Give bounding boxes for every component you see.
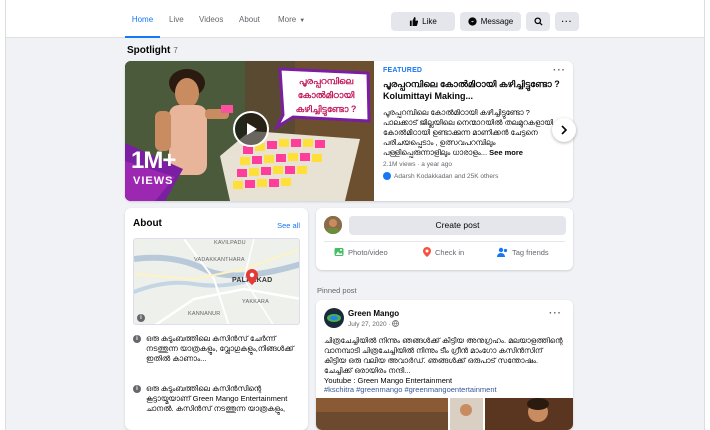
tag-friends-icon — [497, 247, 508, 257]
post-text: ചിത്രചേച്ചിയിൽ നിന്നും ഞങ്ങൾക്ക് കിട്ടിയ… — [324, 336, 566, 386]
photo-video-button[interactable]: Photo/video — [334, 247, 388, 257]
map-label-1: KAVILPADU — [214, 240, 246, 246]
reactions-row[interactable]: Adarsh Kodakkadan and 25K others — [383, 172, 563, 180]
ellipsis-icon: ··· — [561, 17, 573, 26]
location-icon — [423, 247, 431, 257]
play-button[interactable] — [233, 111, 269, 147]
see-more-link[interactable]: See more — [489, 148, 523, 157]
spotlight-heading: Spotlight 7 — [127, 45, 178, 56]
like-reaction-icon — [383, 172, 391, 180]
description-text: പൂരപ്പറമ്പിലെ കോൽമിഠായി കഴിച്ചിട്ടുണ്ടോ … — [383, 108, 554, 157]
reactions-text: Adarsh Kodakkadan and 25K others — [394, 172, 499, 180]
post-date[interactable]: July 27, 2020 · — [348, 320, 400, 328]
tab-videos[interactable]: Videos — [199, 0, 223, 38]
globe-icon — [392, 320, 400, 327]
post-date-text: July 27, 2020 · — [348, 321, 391, 328]
thumbnail-overlay-text: പൂരപ്പറമ്പിലെ കോൽമിഠായി കഴിച്ചിട്ടുണ്ടോ … — [295, 76, 357, 114]
about-text-1: ഒരു കുടുംബത്തിലെ കസിൻസ് ചേർന്ന് നടത്തുന്… — [146, 334, 294, 363]
caret-down-icon: ▼ — [299, 18, 306, 24]
about-card: About See all KAVILPADU VADAKKANTHARA PA… — [125, 208, 308, 430]
message-label: Message — [480, 17, 514, 26]
post-photos — [316, 398, 573, 430]
spotlight-headline[interactable]: പൂരപ്പറമ്പിലെ കോൽമിഠായി കഴിച്ചിട്ടുണ്ടോ … — [383, 78, 563, 102]
location-pin-icon — [246, 269, 258, 285]
spotlight-card[interactable]: പൂരപ്പറമ്പിലെ കോൽമിഠായി കഴിച്ചിട്ടുണ്ടോ … — [125, 61, 573, 201]
featured-label: FEATURED — [383, 67, 423, 74]
about-text-2: ഒരു കുടുംബത്തിലെ കസിൻസിന്റെ കൂട്ടായ്മയാണ… — [146, 384, 288, 413]
spotlight-description: പൂരപ്പറമ്പിലെ കോൽമിഠായി കഴിച്ചിട്ടുണ്ടോ … — [383, 108, 563, 158]
message-button[interactable]: Message — [460, 12, 521, 31]
post-images[interactable] — [316, 398, 573, 430]
next-arrow-button[interactable] — [552, 118, 576, 142]
search-icon — [533, 17, 543, 26]
more-options-button[interactable]: ··· — [555, 12, 579, 31]
see-all-link[interactable]: See all — [277, 221, 300, 230]
pinned-post-label: Pinned post — [317, 286, 357, 295]
avatar-image — [324, 216, 342, 234]
like-button[interactable]: Like — [391, 12, 455, 31]
spotlight-count: 7 — [173, 46, 178, 55]
about-title: About — [133, 218, 162, 229]
messenger-icon — [468, 17, 477, 26]
tab-about[interactable]: About — [239, 0, 260, 38]
post-options-icon[interactable]: ··· — [549, 308, 562, 319]
like-label: Like — [422, 17, 437, 26]
green-mango-logo — [327, 314, 341, 322]
photo-video-label: Photo/video — [348, 247, 388, 257]
avatar[interactable] — [324, 216, 342, 234]
play-icon — [247, 123, 257, 135]
tag-friends-button[interactable]: Tag friends — [497, 247, 549, 257]
spotlight-info: FEATURED പൂരപ്പറമ്പിലെ കോൽമിഠായി കഴിച്ചി… — [383, 67, 563, 180]
video-meta: 2.1M views · a year ago — [383, 161, 453, 168]
right-border — [704, 0, 710, 430]
tab-live[interactable]: Live — [169, 0, 184, 38]
views-big-text: 1M+ — [131, 147, 176, 174]
about-item-1: i ഒരു കുടുംബത്തിലെ കസിൻസ് ചേർന്ന് നടത്തു… — [133, 334, 303, 364]
map-label-2: VADAKKANTHARA — [194, 257, 245, 263]
divider — [324, 241, 565, 242]
location-map[interactable]: KAVILPADU VADAKKANTHARA PALAKKAD YAKKARA… — [133, 238, 300, 325]
video-thumbnail[interactable]: പൂരപ്പറമ്പിലെ കോൽമിഠായി കഴിച്ചിട്ടുണ്ടോ … — [125, 61, 374, 201]
info-icon: i — [133, 335, 141, 343]
create-post-card: Create post Photo/video Check in Tag fri… — [316, 208, 573, 270]
check-in-button[interactable]: Check in — [423, 247, 464, 257]
chevron-right-icon — [561, 125, 568, 135]
tab-home[interactable]: Home — [125, 0, 160, 38]
map-label-4: KANNANUR — [188, 311, 221, 317]
pinned-post-card: Green Mango July 27, 2020 · ··· ചിത്രചേച… — [316, 300, 573, 430]
check-in-label: Check in — [435, 247, 465, 257]
page-avatar[interactable] — [324, 308, 344, 328]
map-info-icon[interactable]: i — [137, 314, 145, 322]
map-label-3: YAKKARA — [242, 299, 269, 305]
tab-more-label: More — [278, 15, 297, 24]
post-body: ചിത്രചേച്ചിയിൽ നിന്നും ഞങ്ങൾക്ക് കിട്ടിയ… — [324, 336, 563, 375]
left-border — [0, 0, 6, 430]
page-name[interactable]: Green Mango — [348, 309, 399, 318]
page-tabs-bar: Home Live Videos About More ▼ Like Messag… — [6, 0, 704, 38]
spotlight-options-icon[interactable]: ··· — [553, 65, 566, 76]
photo-icon — [334, 248, 344, 256]
search-button[interactable] — [526, 12, 550, 31]
about-item-2: i ഒരു കുടുംബത്തിലെ കസിൻസിന്റെ കൂട്ടായ്മയ… — [133, 384, 303, 414]
post-hashtags[interactable]: #kschitra #greenmango #greenmangoenterta… — [324, 385, 497, 394]
tag-friends-label: Tag friends — [512, 247, 549, 257]
views-label-text: VIEWS — [133, 175, 174, 187]
thumbs-up-icon — [410, 17, 419, 26]
spotlight-title: Spotlight — [127, 45, 171, 56]
create-post-button[interactable]: Create post — [349, 216, 566, 235]
info-icon: i — [133, 385, 141, 393]
tab-more[interactable]: More ▼ — [278, 0, 305, 38]
